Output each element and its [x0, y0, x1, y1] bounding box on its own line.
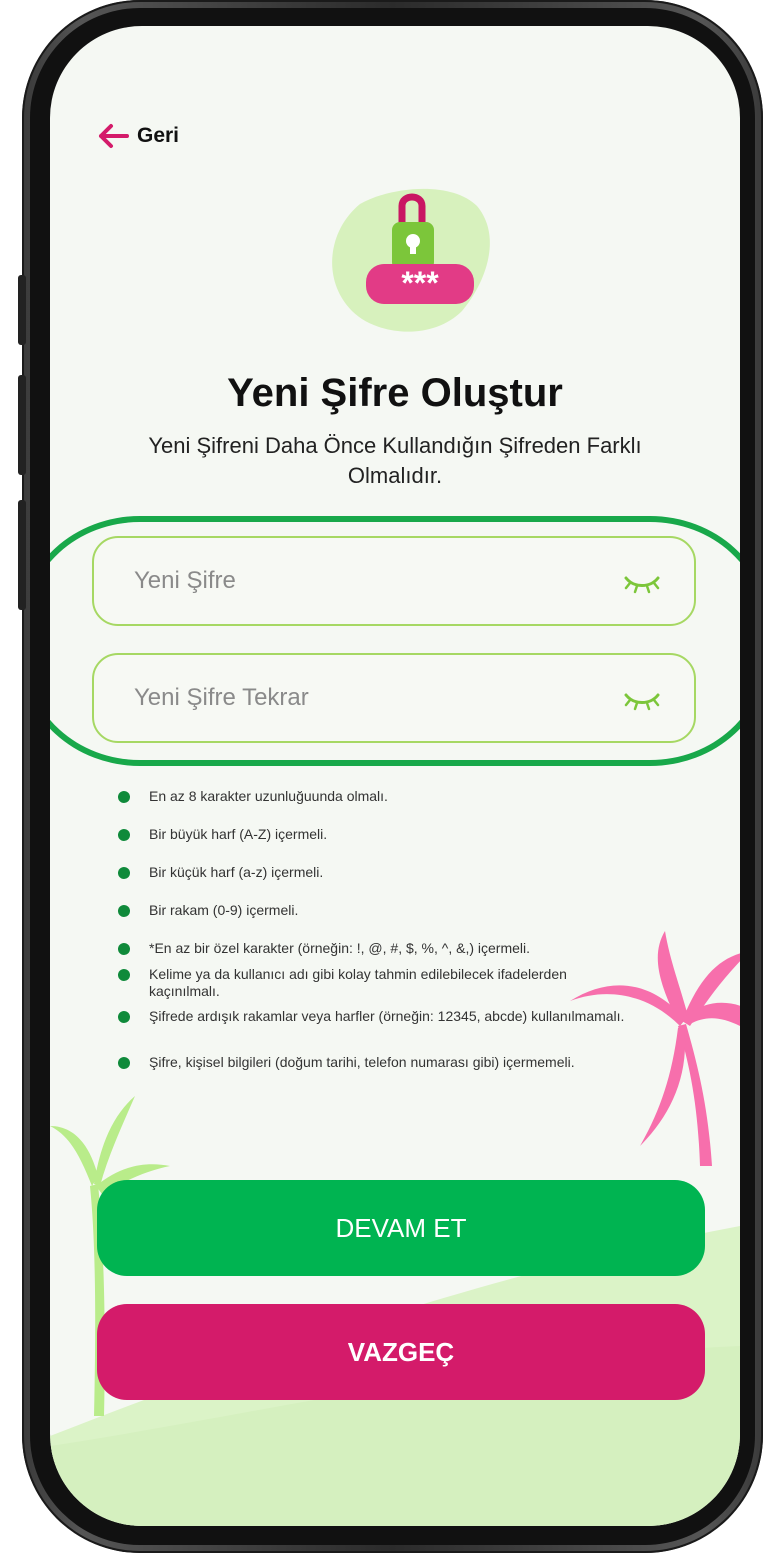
side-button: [18, 275, 26, 345]
bullet-dot: [118, 829, 130, 841]
bullet-dot: [118, 905, 130, 917]
back-label: Geri: [137, 124, 180, 147]
side-button: [18, 375, 26, 475]
lock-password-icon: ***: [312, 186, 492, 336]
rule-item: En az 8 karakter uzunluğuunda olmalı.: [118, 788, 388, 805]
rule-item: Şifrede ardışık rakamlar veya harfler (ö…: [118, 1008, 629, 1025]
rule-item: Bir rakam (0-9) içermeli.: [118, 902, 298, 919]
new-password-field[interactable]: [92, 536, 696, 626]
new-password-input[interactable]: [134, 567, 584, 595]
rule-item: Kelime ya da kullanıcı adı gibi kolay ta…: [118, 966, 609, 1000]
phone-frame: Geri *** Yeni Şifre Oluştur Yeni Şifreni…: [18, 0, 763, 1553]
arrow-left-icon: [99, 124, 129, 148]
bullet-dot: [118, 1057, 130, 1069]
cancel-button[interactable]: VAZGEÇ: [97, 1304, 705, 1400]
bullet-dot: [118, 943, 130, 955]
bullet-dot: [118, 867, 130, 879]
confirm-password-field[interactable]: [92, 653, 696, 743]
rule-item: Şifre, kişisel bilgileri (doğum tarihi, …: [118, 1054, 609, 1071]
bullet-dot: [118, 969, 130, 981]
continue-button[interactable]: DEVAM ET: [97, 1180, 705, 1276]
svg-text:***: ***: [401, 265, 439, 301]
app-screen: Geri *** Yeni Şifre Oluştur Yeni Şifreni…: [50, 26, 740, 1526]
bullet-dot: [118, 1011, 130, 1023]
eye-closed-icon[interactable]: [622, 572, 662, 594]
side-button: [18, 500, 26, 610]
rule-item: *En az bir özel karakter (örneğin: !, @,…: [118, 940, 530, 957]
bullet-dot: [118, 791, 130, 803]
page-title: Yeni Şifre Oluştur: [227, 371, 563, 415]
page-subtitle: Yeni Şifreni Daha Önce Kullandığın Şifre…: [148, 433, 642, 488]
confirm-password-input[interactable]: [134, 684, 584, 712]
rule-item: Bir küçük harf (a-z) içermeli.: [118, 864, 323, 881]
rule-item: Bir büyük harf (A-Z) içermeli.: [118, 826, 327, 843]
back-button[interactable]: Geri: [97, 122, 179, 150]
eye-closed-icon[interactable]: [622, 689, 662, 711]
